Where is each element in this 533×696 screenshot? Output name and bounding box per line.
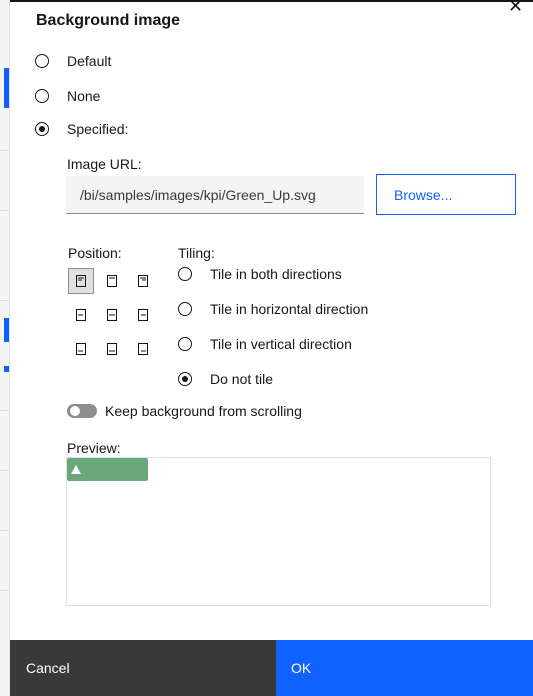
- radio-label: Specified:: [67, 121, 129, 137]
- background-divider: [0, 300, 9, 301]
- cancel-button[interactable]: Cancel: [10, 640, 276, 696]
- tiling-label: Tiling:: [178, 245, 215, 261]
- radio-circle[interactable]: [35, 89, 49, 103]
- position-top-left[interactable]: [68, 268, 94, 294]
- dialog-title: Background image: [36, 12, 181, 29]
- background-divider: [0, 210, 9, 211]
- image-url-label: Image URL:: [67, 156, 142, 172]
- close-icon[interactable]: ✕: [508, 0, 523, 17]
- position-bottom-center[interactable]: [99, 336, 125, 362]
- background-divider: [0, 530, 9, 531]
- image-url-input[interactable]: /bi/samples/images/kpi/Green_Up.svg: [66, 176, 364, 214]
- radio-tile-both[interactable]: Tile in both directions: [178, 266, 342, 282]
- radio-circle[interactable]: [178, 337, 192, 351]
- background-divider: [0, 150, 9, 151]
- preview-label: Preview:: [67, 440, 121, 456]
- keep-background-toggle[interactable]: [67, 404, 97, 418]
- radio-default[interactable]: Default: [35, 53, 111, 69]
- align-top-right-icon: [138, 275, 148, 287]
- radio-label: Default: [67, 53, 112, 69]
- radio-label: Tile in both directions: [210, 266, 342, 282]
- align-top-left-icon: [76, 275, 86, 287]
- position-top-right[interactable]: [130, 268, 156, 294]
- position-grid: [68, 268, 158, 358]
- radio-circle-checked[interactable]: [178, 372, 192, 386]
- background-divider: [0, 590, 9, 591]
- align-middle-center-icon: [107, 309, 117, 321]
- radio-none[interactable]: None: [35, 88, 100, 104]
- ok-button[interactable]: OK: [276, 640, 533, 696]
- position-middle-left[interactable]: [68, 302, 94, 328]
- radio-tile-vertical[interactable]: Tile in vertical direction: [178, 336, 352, 352]
- radio-circle[interactable]: [178, 302, 192, 316]
- background-divider: [0, 470, 9, 471]
- background-accent-mark: [4, 68, 9, 108]
- background-accent-mark: [4, 318, 9, 342]
- radio-label: Tile in horizontal direction: [210, 301, 369, 317]
- dialog-top-border: [10, 0, 533, 2]
- radio-label: Do not tile: [210, 371, 274, 387]
- keep-background-label: Keep background from scrolling: [105, 403, 302, 419]
- align-top-center-icon: [107, 275, 117, 287]
- align-bottom-right-icon: [138, 343, 148, 355]
- position-bottom-left[interactable]: [68, 336, 94, 362]
- radio-circle[interactable]: [35, 54, 49, 68]
- preview-box: [66, 457, 491, 606]
- position-label: Position:: [68, 245, 122, 261]
- background-divider: [0, 410, 9, 411]
- background-page-strip: [0, 0, 10, 696]
- radio-label: Tile in vertical direction: [210, 336, 352, 352]
- align-bottom-left-icon: [76, 343, 86, 355]
- preview-image: [67, 458, 148, 481]
- position-middle-center[interactable]: [99, 302, 125, 328]
- keep-background-toggle-row[interactable]: Keep background from scrolling: [67, 403, 302, 419]
- radio-do-not-tile[interactable]: Do not tile: [178, 371, 273, 387]
- position-middle-right[interactable]: [130, 302, 156, 328]
- dialog-footer: Cancel OK: [10, 640, 533, 696]
- browse-button[interactable]: Browse...: [376, 174, 516, 215]
- position-top-center[interactable]: [99, 268, 125, 294]
- radio-specified[interactable]: Specified:: [35, 121, 128, 137]
- radio-circle-checked[interactable]: [35, 122, 49, 136]
- background-accent-mark: [4, 366, 9, 372]
- radio-tile-horizontal[interactable]: Tile in horizontal direction: [178, 301, 368, 317]
- align-middle-right-icon: [138, 309, 148, 321]
- radio-label: None: [67, 88, 101, 104]
- position-bottom-right[interactable]: [130, 336, 156, 362]
- align-bottom-center-icon: [107, 343, 117, 355]
- radio-circle[interactable]: [178, 267, 192, 281]
- background-image-dialog: Background image ✕ Default None Specifie…: [10, 0, 533, 696]
- align-middle-left-icon: [76, 309, 86, 321]
- arrow-up-icon: [71, 465, 81, 474]
